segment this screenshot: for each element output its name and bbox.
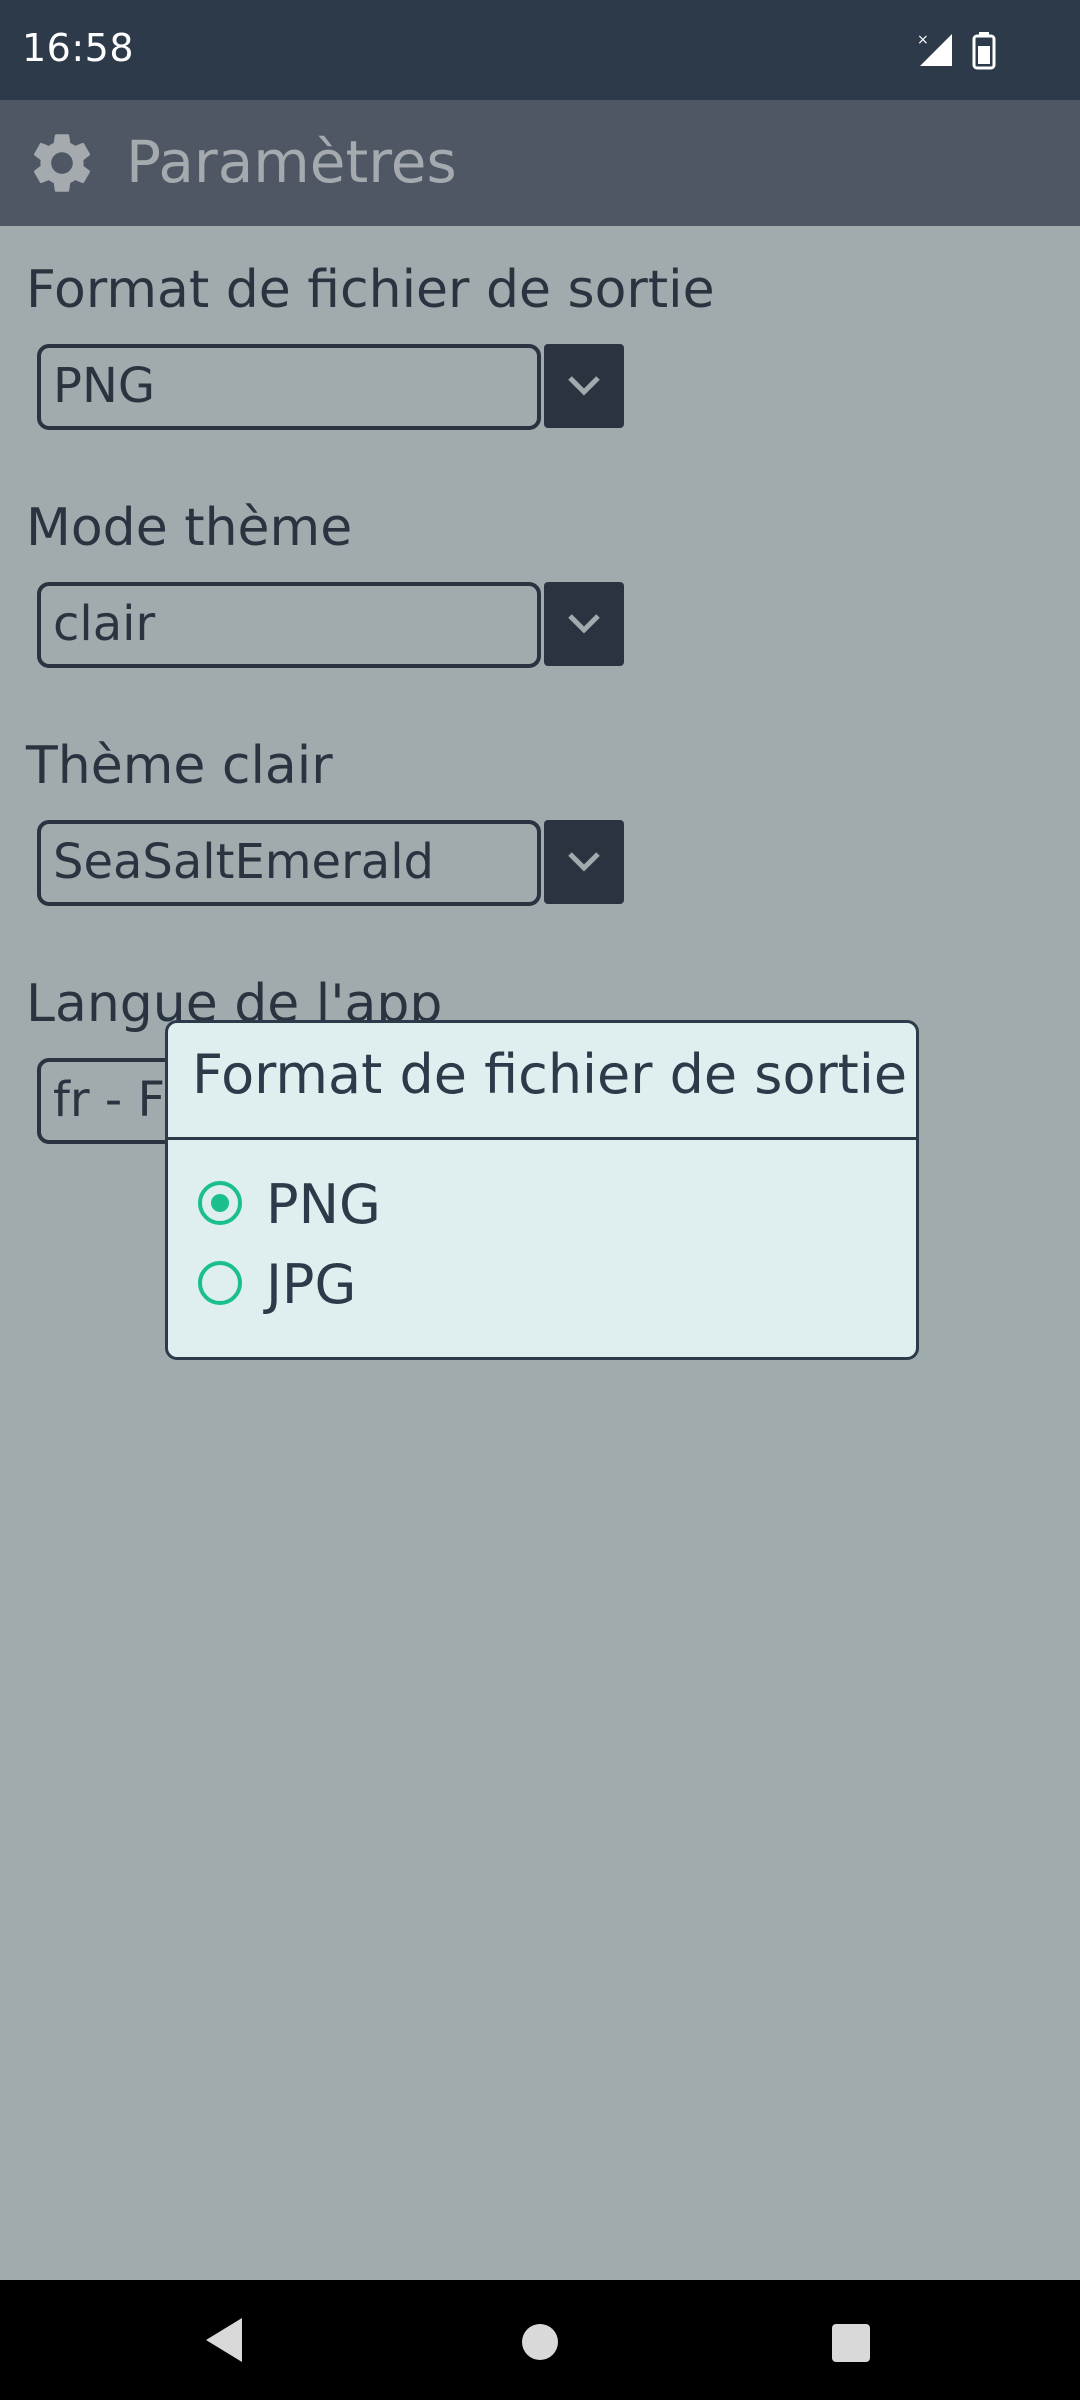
- status-bar: 16:58 ×: [0, 0, 1080, 100]
- radio-dot: [211, 1194, 229, 1212]
- dialog-divider: [168, 1137, 916, 1140]
- dialog-title: Format de fichier de sortie: [192, 1043, 908, 1106]
- home-icon[interactable]: [522, 2324, 558, 2360]
- status-icons: ×: [916, 30, 1016, 70]
- radio-label-jpg: JPG: [266, 1253, 357, 1316]
- signal-icon: ×: [917, 32, 952, 66]
- radio-button-unselected[interactable]: [198, 1261, 242, 1305]
- system-nav-bar: [0, 2280, 1080, 2400]
- radio-label-png: PNG: [266, 1173, 381, 1236]
- recents-icon[interactable]: [832, 2324, 870, 2362]
- radio-option-jpg[interactable]: JPG: [198, 1253, 878, 1327]
- svg-text:×: ×: [917, 32, 929, 48]
- back-icon[interactable]: [204, 2316, 244, 2364]
- status-time: 16:58: [22, 26, 135, 70]
- battery-icon: [972, 32, 996, 70]
- radio-button-selected[interactable]: [198, 1181, 242, 1225]
- radio-option-png[interactable]: PNG: [198, 1173, 878, 1247]
- output-format-dialog: Format de fichier de sortie PNG JPG: [165, 1020, 919, 1360]
